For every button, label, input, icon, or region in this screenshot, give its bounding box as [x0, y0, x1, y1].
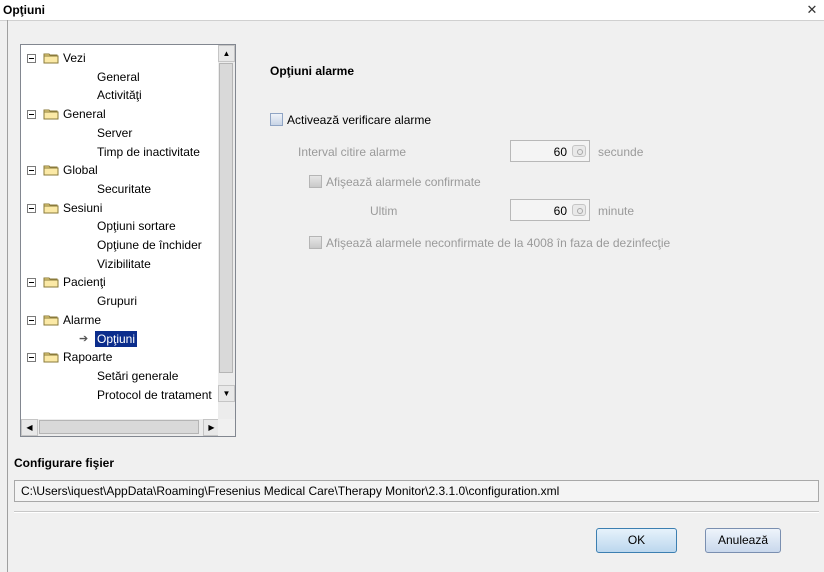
folder-icon [43, 52, 59, 64]
collapse-icon[interactable] [27, 110, 36, 120]
arrow-right-icon: ➔ [79, 332, 89, 345]
tree-content: Vezi General Activităţi General Server Timp d… [21, 45, 220, 419]
folder-icon [43, 108, 59, 120]
tree-leaf-item[interactable]: Vizibilitate [21, 256, 220, 272]
tree-item-label: Pacienţi [63, 275, 106, 290]
tree-item-label: General [63, 107, 106, 122]
options-tree[interactable]: Vezi General Activităţi General Server Timp d… [20, 44, 236, 437]
tree-item-label: Timp de inactivitate [97, 144, 200, 159]
tree-folder-item[interactable]: General [21, 106, 220, 122]
config-file-title: Configurare fişier [14, 456, 115, 470]
tree-leaf-item[interactable]: Activităţi [21, 87, 220, 103]
tree-folder-item[interactable]: Sesiuni [21, 200, 220, 216]
folder-icon [43, 202, 59, 214]
tree-leaf-item[interactable]: ➔ Opţiuni [21, 330, 220, 347]
tree-item-label: Opţiune de închider [97, 238, 202, 252]
scroll-corner [218, 419, 235, 436]
tree-folder-item[interactable]: Pacienţi [21, 274, 220, 290]
scroll-down-icon[interactable]: ▼ [218, 385, 235, 402]
separator [14, 511, 819, 513]
ok-button[interactable]: OK [596, 528, 677, 553]
show-unconfirmed-label: Afişează alarmele neconfirmate de la 400… [326, 236, 671, 250]
close-icon[interactable]: ✕ [804, 2, 820, 17]
config-file-path: C:\Users\iquest\AppData\Roaming\Freseniu… [14, 480, 819, 502]
collapse-icon[interactable] [27, 353, 36, 363]
window-left-border [7, 20, 8, 572]
interval-value: 60 [553, 145, 567, 159]
last-unit: minute [598, 204, 635, 218]
interval-spinner: 60 [510, 140, 590, 162]
show-unconfirmed-checkbox [309, 236, 322, 249]
tree-item-label: Opţiuni [95, 330, 138, 347]
tree-folder-item[interactable]: Vezi [21, 50, 220, 66]
tree-leaf-item[interactable]: Opţiuni sortare [21, 218, 220, 234]
last-label: Ultim [370, 204, 398, 218]
last-value: 60 [553, 204, 567, 218]
alarm-options-title: Opţiuni alarme [270, 64, 355, 78]
tree-leaf-item[interactable]: Grupuri [21, 293, 220, 309]
cancel-button[interactable]: Anulează [705, 528, 781, 553]
last-spinner: 60 [510, 199, 590, 221]
tree-item-label: Global [63, 163, 98, 178]
title-bar: Opţiuni ✕ [0, 0, 824, 21]
tree-leaf-item[interactable]: Securitate [21, 181, 220, 197]
tree-item-label: Protocol de tratament [97, 387, 212, 402]
tree-item-label: Server [97, 125, 133, 140]
folder-icon [43, 276, 59, 288]
enable-alarm-check-checkbox[interactable] [270, 113, 283, 126]
collapse-icon[interactable] [27, 54, 36, 63]
tree-leaf-item[interactable]: Timp de inactivitate [21, 144, 220, 160]
tree-folder-item[interactable]: Global [21, 162, 220, 178]
tree-horizontal-scrollbar[interactable]: ◀ ▶ [21, 419, 220, 436]
tree-item-label: Sesiuni [63, 200, 103, 215]
tree-item-label: General [97, 69, 140, 84]
spin-icon [572, 145, 586, 157]
tree-item-label: Activităţi [97, 88, 142, 103]
tree-leaf-item[interactable]: General [21, 69, 220, 85]
tree-vertical-scrollbar[interactable]: ▲ ▼ [218, 45, 235, 419]
tree-leaf-item[interactable]: Setări generale [21, 368, 220, 384]
tree-item-label: Setări generale [97, 368, 179, 383]
tree-item-label: Securitate [97, 181, 152, 196]
window-title: Opţiuni [3, 3, 45, 17]
spin-icon [572, 204, 586, 216]
collapse-icon[interactable] [27, 315, 36, 325]
tree-item-label: Grupuri [97, 294, 138, 309]
tree-leaf-item[interactable]: Opţiune de închider [21, 237, 220, 253]
interval-unit: secunde [598, 145, 644, 159]
scroll-left-icon[interactable]: ◀ [21, 419, 38, 436]
tree-folder-item[interactable]: Rapoarte [21, 349, 220, 365]
interval-label: Interval citire alarme [298, 145, 407, 159]
tree-item-label: Vizibilitate [97, 256, 151, 271]
tree-item-label: Vezi [63, 51, 86, 65]
tree-leaf-item[interactable]: Server [21, 125, 220, 141]
tree-leaf-item[interactable]: Protocol de tratament [21, 387, 220, 403]
collapse-icon[interactable] [27, 166, 36, 176]
tree-item-label: Rapoarte [63, 350, 113, 365]
tree-item-label: Opţiuni sortare [97, 219, 176, 234]
show-confirmed-label: Afişează alarmele confirmate [326, 175, 481, 189]
folder-icon [43, 164, 59, 176]
tree-folder-item[interactable]: Alarme [21, 312, 220, 328]
collapse-icon[interactable] [27, 203, 36, 213]
horizontal-scroll-thumb[interactable] [39, 420, 199, 434]
show-confirmed-checkbox [309, 175, 322, 188]
folder-icon [43, 314, 59, 326]
scroll-up-icon[interactable]: ▲ [218, 45, 235, 62]
vertical-scroll-thumb[interactable] [219, 63, 233, 373]
folder-icon [43, 351, 59, 363]
tree-item-label: Alarme [63, 312, 102, 327]
collapse-icon[interactable] [27, 278, 36, 288]
enable-alarm-check-label[interactable]: Activează verificare alarme [287, 113, 431, 127]
